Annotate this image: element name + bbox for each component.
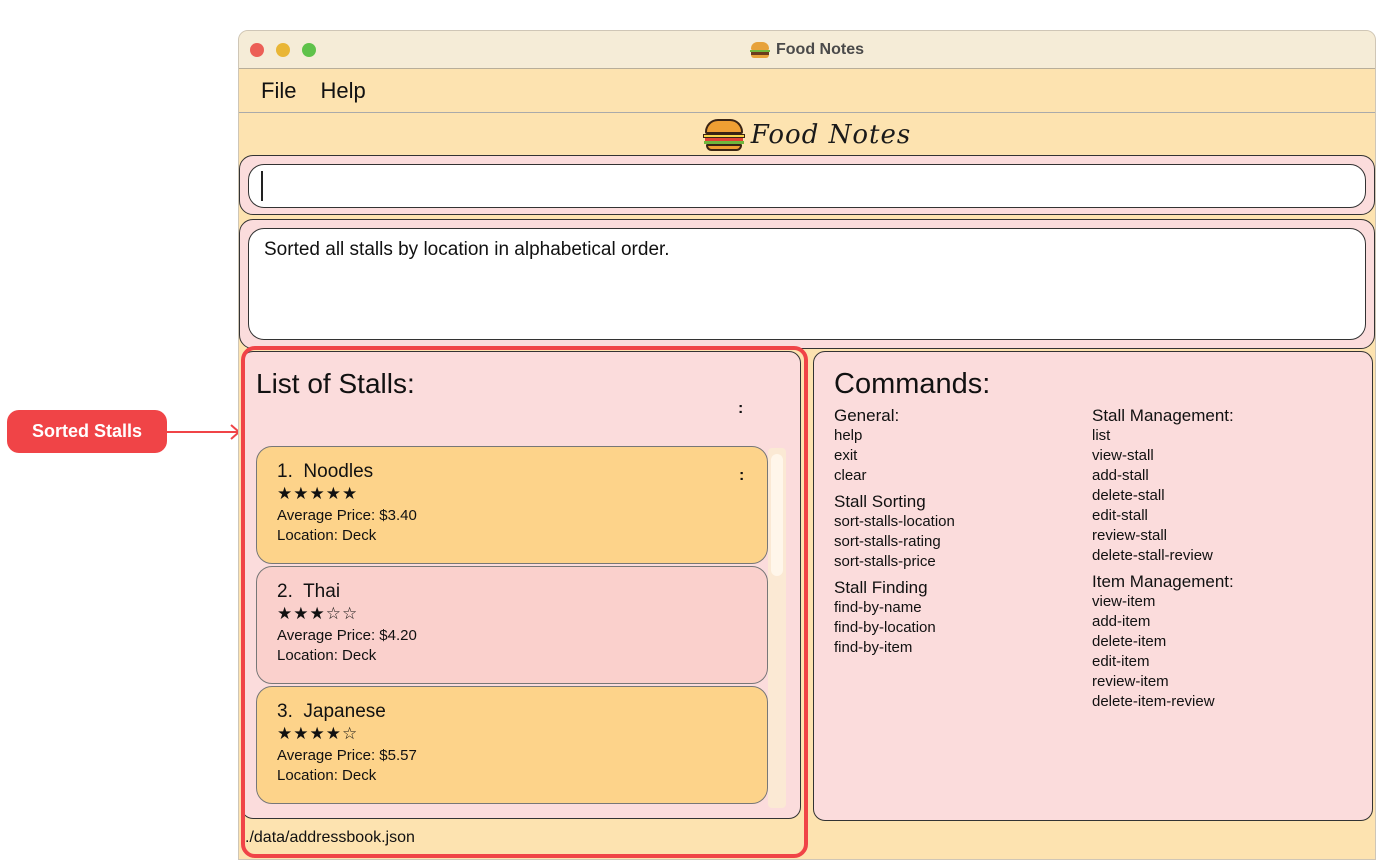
command-item: delete-item xyxy=(1092,633,1167,650)
command-item: review-item xyxy=(1092,673,1169,690)
stall-menu-icon[interactable]: : xyxy=(739,467,744,485)
status-bar-file-path: ./data/addressbook.json xyxy=(245,829,415,846)
command-item: add-stall xyxy=(1092,467,1149,484)
command-item: find-by-location xyxy=(834,619,936,636)
menu-bar: File Help xyxy=(239,69,1375,113)
section-heading: Item Management: xyxy=(1092,572,1234,591)
command-item: add-item xyxy=(1092,613,1151,630)
stall-list-panel: List of Stalls: : 1. Noodles ★★★★★ Avera… xyxy=(241,351,801,819)
stall-list-scrollbar[interactable] xyxy=(768,448,786,808)
command-box-container xyxy=(239,155,1375,215)
command-item: exit xyxy=(834,447,858,464)
app-logo: Food Notes xyxy=(239,115,1375,155)
result-display: Sorted all stalls by location in alphabe… xyxy=(248,228,1366,340)
command-item: review-stall xyxy=(1092,527,1168,544)
rating-stars: ★★★★☆ xyxy=(277,724,359,743)
logo-text: Food Notes xyxy=(750,120,912,150)
command-item: help xyxy=(834,427,863,444)
section-heading: General: xyxy=(834,406,900,425)
stall-card[interactable]: 1. Noodles ★★★★★ Average Price: $3.40 Lo… xyxy=(256,446,768,564)
title-bar: Food Notes xyxy=(239,31,1375,69)
window-title: Food Notes xyxy=(239,31,1375,69)
window-title-text: Food Notes xyxy=(776,41,864,58)
stall-name: 1. Noodles xyxy=(277,461,374,482)
annotation-arrow xyxy=(167,424,241,440)
burger-icon xyxy=(750,42,770,58)
command-item: sort-stalls-location xyxy=(834,513,955,530)
stall-name: 2. Thai xyxy=(277,581,341,602)
commands-title: Commands: xyxy=(834,368,991,400)
command-item: list xyxy=(1092,427,1111,444)
panel-menu-icon[interactable]: : xyxy=(738,400,743,418)
command-item: edit-stall xyxy=(1092,507,1148,524)
command-item: delete-stall xyxy=(1092,487,1165,504)
stall-price: Average Price: $4.20 xyxy=(277,627,417,644)
scrollbar-thumb[interactable] xyxy=(771,454,783,576)
command-item: view-item xyxy=(1092,593,1156,610)
stall-location: Location: Deck xyxy=(277,647,377,664)
command-item: find-by-name xyxy=(834,599,922,616)
stall-price: Average Price: $5.57 xyxy=(277,747,417,764)
stall-card[interactable]: 2. Thai ★★★☆☆ Average Price: $4.20 Locat… xyxy=(256,566,768,684)
section-heading: Stall Sorting xyxy=(834,492,926,511)
command-item: delete-stall-review xyxy=(1092,547,1213,564)
command-item: clear xyxy=(834,467,867,484)
section-heading: Stall Finding xyxy=(834,578,928,597)
result-display-container: Sorted all stalls by location in alphabe… xyxy=(239,219,1375,349)
commands-panel: Commands: General: help exit clear Stall… xyxy=(813,351,1373,821)
section-heading: Stall Management: xyxy=(1092,406,1234,425)
stall-name: 3. Japanese xyxy=(277,701,386,722)
stall-card[interactable]: 3. Japanese ★★★★☆ Average Price: $5.57 L… xyxy=(256,686,768,804)
app-window: Food Notes File Help Food Notes Sorted a… xyxy=(238,30,1376,860)
command-input[interactable] xyxy=(248,164,1366,208)
commands-column-left: General: help exit clear Stall Sorting s… xyxy=(834,406,955,658)
rating-stars: ★★★☆☆ xyxy=(277,604,359,623)
menu-help[interactable]: Help xyxy=(320,78,365,104)
command-item: edit-item xyxy=(1092,653,1150,670)
command-item: sort-stalls-rating xyxy=(834,533,941,550)
stall-price: Average Price: $3.40 xyxy=(277,507,417,524)
stall-location: Location: Deck xyxy=(277,527,377,544)
menu-file[interactable]: File xyxy=(261,78,296,104)
annotation-label: Sorted Stalls xyxy=(7,410,167,453)
command-item: find-by-item xyxy=(834,639,913,656)
stall-list-title: List of Stalls: xyxy=(256,368,415,399)
commands-column-right: Stall Management: list view-stall add-st… xyxy=(1092,406,1234,712)
burger-logo-icon xyxy=(702,117,745,153)
stall-list: 1. Noodles ★★★★★ Average Price: $3.40 Lo… xyxy=(256,446,768,806)
text-caret xyxy=(261,171,263,201)
command-item: view-stall xyxy=(1092,447,1154,464)
rating-stars: ★★★★★ xyxy=(277,484,359,503)
command-item: delete-item-review xyxy=(1092,693,1215,710)
stall-location: Location: Deck xyxy=(277,767,377,784)
command-item: sort-stalls-price xyxy=(834,553,936,570)
